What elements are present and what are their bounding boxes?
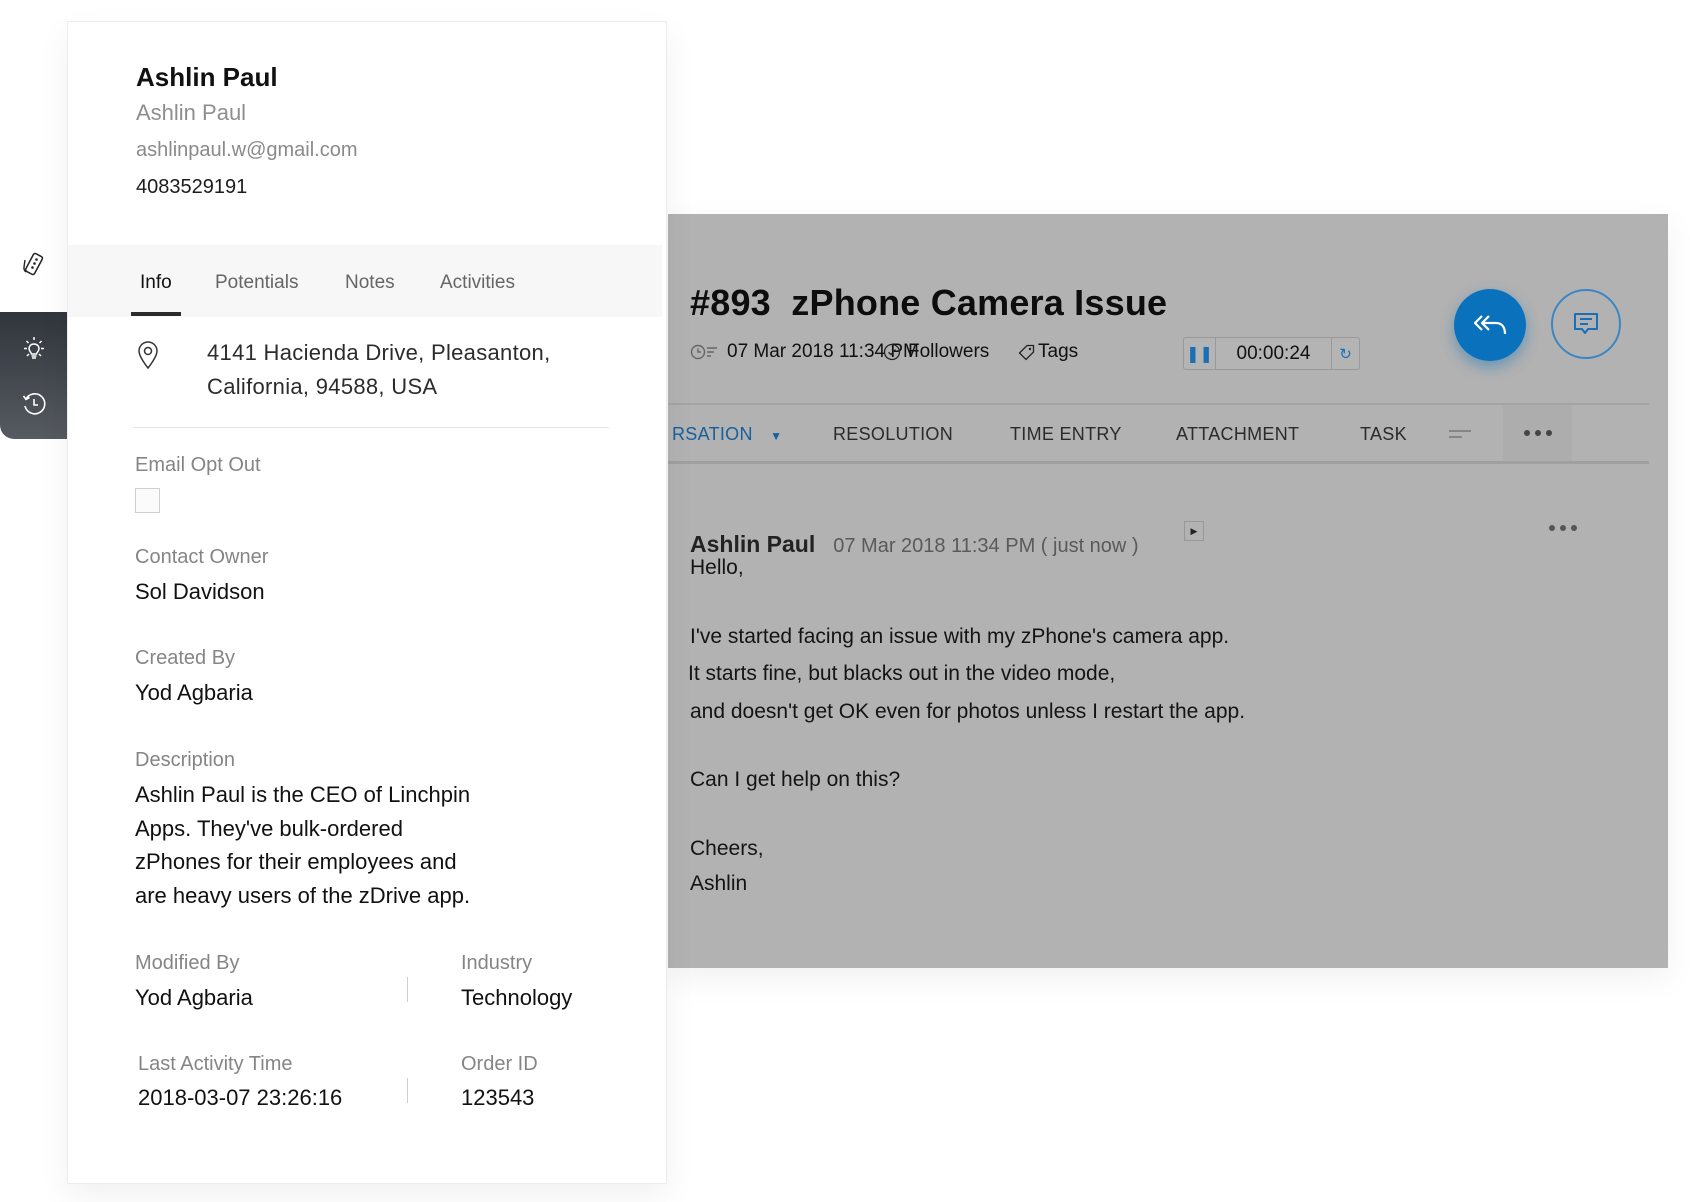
message-body-line: Hello, bbox=[690, 556, 744, 579]
ticket-title: #893 zPhone Camera Issue bbox=[690, 282, 1167, 324]
contact-email[interactable]: ashlinpaul.w@gmail.com bbox=[136, 139, 358, 162]
tab-resolution[interactable]: RESOLUTION bbox=[833, 424, 953, 445]
message-header: Ashlin Paul 07 Mar 2018 11:34 PM ( just … bbox=[690, 531, 1139, 558]
tab-potentials[interactable]: Potentials bbox=[215, 272, 298, 294]
column-divider bbox=[407, 1078, 408, 1103]
message-more-button[interactable] bbox=[1548, 519, 1578, 537]
comment-icon bbox=[1574, 313, 1598, 334]
side-rail bbox=[0, 290, 67, 439]
timer-value: 00:00:24 bbox=[1216, 338, 1332, 369]
message-author[interactable]: Ashlin Paul bbox=[690, 531, 815, 558]
expand-message-button[interactable]: ▶ bbox=[1184, 521, 1204, 541]
column-divider bbox=[407, 977, 408, 1002]
contact-tabs: Info Potentials Notes Activities bbox=[68, 245, 662, 317]
clock-sort-icon bbox=[690, 344, 717, 360]
ticket-number: #893 bbox=[690, 282, 771, 323]
tab-notes[interactable]: Notes bbox=[345, 272, 395, 294]
ticket-tabs: RSATION ▼ RESOLUTION TIME ENTRY ATTACHME… bbox=[668, 403, 1649, 464]
message-body-line: It starts fine, but blacks out in the vi… bbox=[688, 662, 1116, 685]
tag-icon bbox=[1018, 344, 1035, 360]
rail-item-tickets[interactable] bbox=[0, 216, 67, 312]
message-body-line: I've started facing an issue with my zPh… bbox=[690, 625, 1230, 648]
location-pin-icon bbox=[136, 340, 160, 375]
email-opt-out-label: Email Opt Out bbox=[135, 454, 261, 476]
order-id-value: 123543 bbox=[461, 1085, 535, 1110]
pause-timer-button[interactable]: ❚❚ bbox=[1184, 338, 1216, 369]
active-tab-indicator bbox=[131, 312, 181, 316]
contact-display-name: Ashlin Paul bbox=[136, 100, 247, 125]
ticket-timer: ❚❚ 00:00:24 ↻ bbox=[1183, 337, 1360, 370]
tags-label: Tags bbox=[1038, 341, 1079, 362]
rail-item-ideas[interactable] bbox=[0, 320, 67, 380]
description-line: are heavy users of the zDrive app. bbox=[135, 883, 471, 908]
check-circle-icon bbox=[883, 343, 901, 361]
add-comment-button[interactable] bbox=[1551, 289, 1621, 359]
description-line: Apps. They've bulk-ordered bbox=[135, 816, 403, 841]
tab-time-entry[interactable]: TIME ENTRY bbox=[1010, 424, 1122, 445]
contact-name: Ashlin Paul bbox=[136, 62, 278, 92]
lightbulb-icon bbox=[23, 337, 44, 359]
industry-value: Technology bbox=[461, 985, 573, 1010]
tab-task[interactable]: TASK bbox=[1360, 424, 1407, 445]
description-label: Description bbox=[135, 749, 236, 771]
contact-owner-label: Contact Owner bbox=[135, 546, 269, 568]
description-line: Ashlin Paul is the CEO of Linchpin bbox=[135, 782, 471, 807]
contact-owner-value: Sol Davidson bbox=[135, 579, 265, 604]
created-by-label: Created By bbox=[135, 647, 236, 669]
contact-phone[interactable]: 4083529191 bbox=[136, 176, 247, 199]
reset-timer-button[interactable]: ↻ bbox=[1332, 338, 1359, 369]
tab-activities[interactable]: Activities bbox=[440, 272, 515, 294]
filter-tabs-button[interactable] bbox=[1448, 427, 1472, 445]
order-id-label: Order ID bbox=[461, 1053, 538, 1075]
caret-down-icon: ▼ bbox=[770, 429, 783, 443]
followers-label: Followers bbox=[908, 341, 990, 362]
tab-conversation[interactable]: RSATION ▼ bbox=[672, 424, 782, 445]
address-line-2: California, 94588, USA bbox=[207, 374, 438, 399]
tags-button[interactable]: Tags bbox=[1018, 341, 1078, 363]
reply-all-icon bbox=[1473, 315, 1507, 335]
more-tabs-button[interactable] bbox=[1503, 405, 1572, 461]
industry-label: Industry bbox=[461, 952, 533, 974]
contact-panel: Ashlin Paul Ashlin Paul ashlinpaul.w@gma… bbox=[67, 21, 667, 1184]
address-line-1: 4141 Hacienda Drive, Pleasanton, bbox=[207, 340, 551, 365]
play-triangle-icon: ▶ bbox=[1190, 525, 1198, 536]
filter-lines-icon bbox=[1449, 430, 1471, 438]
rail-item-history[interactable] bbox=[0, 374, 67, 434]
history-icon bbox=[22, 393, 45, 415]
message-body-line: Cheers, bbox=[690, 837, 764, 860]
last-activity-time-value: 2018-03-07 23:26:16 bbox=[138, 1085, 343, 1110]
last-activity-time-label: Last Activity Time bbox=[138, 1053, 293, 1075]
ticket-subject: zPhone Camera Issue bbox=[791, 282, 1168, 323]
ticket-panel: #893 zPhone Camera Issue 07 Mar 2018 11:… bbox=[668, 214, 1668, 968]
more-horizontal-icon bbox=[1523, 430, 1552, 436]
created-by-value: Yod Agbaria bbox=[135, 680, 253, 705]
followers-button[interactable]: Followers bbox=[883, 341, 989, 363]
message-time: 07 Mar 2018 11:34 PM ( just now ) bbox=[833, 535, 1139, 557]
tab-label: RSATION bbox=[672, 424, 753, 444]
tab-info[interactable]: Info bbox=[140, 272, 172, 294]
modified-by-value: Yod Agbaria bbox=[135, 985, 253, 1010]
message-body-line: Can I get help on this? bbox=[690, 768, 901, 791]
modified-by-label: Modified By bbox=[135, 952, 240, 974]
message-body-line: Ashlin bbox=[690, 872, 748, 895]
tickets-icon bbox=[22, 252, 43, 276]
description-line: zPhones for their employees and bbox=[135, 849, 457, 874]
email-opt-out-checkbox[interactable] bbox=[135, 488, 160, 513]
pause-icon: ❚❚ bbox=[1186, 345, 1213, 363]
reply-all-button[interactable] bbox=[1454, 289, 1526, 361]
more-horizontal-icon bbox=[1549, 525, 1577, 531]
tab-attachment[interactable]: ATTACHMENT bbox=[1176, 424, 1299, 445]
message-body-line: and doesn't get OK even for photos unles… bbox=[690, 700, 1246, 723]
section-divider bbox=[133, 427, 609, 428]
refresh-icon: ↻ bbox=[1339, 345, 1352, 363]
